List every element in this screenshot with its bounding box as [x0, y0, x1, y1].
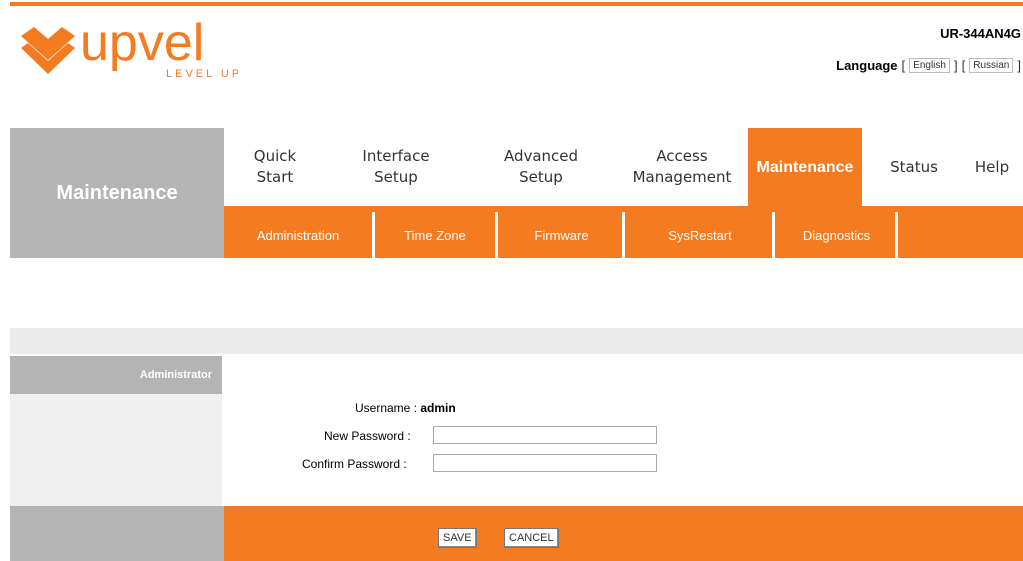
nav-help[interactable]: Help — [962, 128, 1022, 206]
section-title-panel: Maintenance — [10, 128, 224, 258]
new-password-label: New Password : — [324, 429, 411, 443]
nav-access-management[interactable]: Access Management — [620, 128, 744, 206]
upvel-logo-icon: upvel LEVEL UP — [21, 14, 239, 80]
section-title: Maintenance — [56, 182, 178, 204]
confirm-password-label: Confirm Password : — [302, 457, 407, 471]
section-side-panel — [10, 394, 222, 506]
username-label: Username : — [355, 401, 421, 415]
language-english-button[interactable]: English — [909, 58, 950, 73]
brand-logo: upvel LEVEL UP — [18, 12, 239, 82]
subnav-time-zone[interactable]: Time Zone — [372, 212, 495, 258]
footer-action-bar — [224, 506, 1023, 561]
subnav-administration[interactable]: Administration — [224, 212, 372, 258]
save-button[interactable]: SAVE — [438, 528, 477, 548]
new-password-field[interactable] — [433, 426, 657, 444]
subnav-empty-tab — [895, 212, 1023, 258]
nav-maintenance[interactable]: Maintenance — [748, 128, 862, 206]
language-selector: Language [ English ] [ Russian ] — [836, 58, 1021, 73]
model-name: UR-344AN4G — [940, 26, 1021, 41]
subnav-diagnostics[interactable]: Diagnostics — [772, 212, 898, 258]
subnav-firmware[interactable]: Firmware — [495, 212, 625, 258]
footer-side-panel — [10, 506, 224, 561]
subnav-sysrestart[interactable]: SysRestart — [622, 212, 775, 258]
svg-text:LEVEL UP: LEVEL UP — [166, 68, 238, 80]
divider-band — [10, 328, 1023, 354]
language-russian-button[interactable]: Russian — [969, 58, 1014, 73]
nav-quick-start[interactable]: Quick Start — [236, 128, 314, 206]
svg-text:upvel: upvel — [80, 14, 204, 72]
nav-advanced-setup[interactable]: Advanced Setup — [488, 128, 594, 206]
username-row: Username : admin — [355, 401, 456, 415]
language-label: Language — [836, 58, 898, 73]
top-accent-line — [10, 2, 1023, 6]
nav-status[interactable]: Status — [878, 128, 950, 206]
confirm-password-field[interactable] — [433, 454, 657, 472]
cancel-button[interactable]: CANCEL — [504, 528, 559, 548]
username-value: admin — [420, 401, 456, 415]
administrator-section-label: Administrator — [10, 356, 222, 394]
nav-interface-setup[interactable]: Interface Setup — [344, 128, 448, 206]
